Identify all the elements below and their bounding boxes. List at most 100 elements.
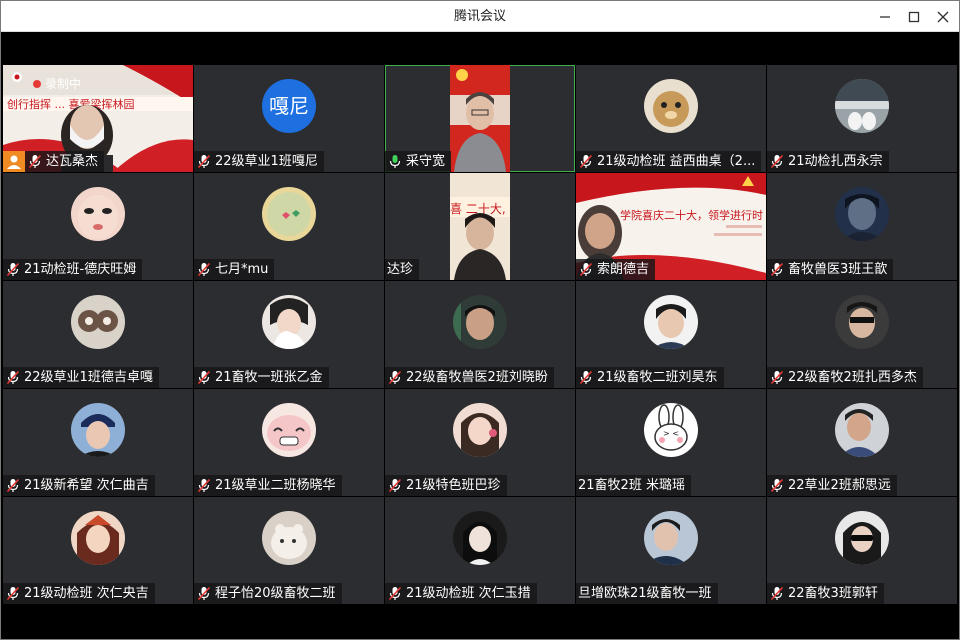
mic-muted-icon[interactable] <box>770 586 784 601</box>
participant-tile[interactable]: 21级特色班巴珍 <box>385 389 575 496</box>
participant-nameplate: 22级草业1班德吉卓嘎 <box>3 367 159 388</box>
avatar <box>453 511 507 565</box>
maximize-button[interactable] <box>903 6 925 28</box>
participant-tile[interactable]: 21级新希望 次仁曲吉 <box>3 389 193 496</box>
mic-muted-icon[interactable] <box>197 154 211 169</box>
mic-muted-icon[interactable] <box>770 370 784 385</box>
participant-nameplate: 22级草业1班嘎尼 <box>194 151 324 172</box>
mic-muted-icon[interactable] <box>6 262 20 277</box>
mic-active-icon[interactable] <box>388 154 402 169</box>
participant-nameplate: 22畜牧3班郭轩 <box>767 583 884 604</box>
participant-tile[interactable]: 畜牧兽医3班王歆 <box>767 173 957 280</box>
avatar <box>835 79 889 133</box>
participant-nameplate: 21级动检班 次仁央吉 <box>3 583 155 604</box>
participant-tile[interactable]: 22级草业1班德吉卓嘎 <box>3 281 193 388</box>
participant-tile[interactable]: 22级畜牧2班扎西多杰 <box>767 281 957 388</box>
mic-muted-icon[interactable] <box>388 370 402 385</box>
mic-muted-icon[interactable] <box>579 154 593 169</box>
participant-name: 22草业2班郝思远 <box>788 478 891 493</box>
participant-name: 21级动检班 次仁央吉 <box>24 586 149 601</box>
participant-name: 七月*mu <box>215 262 269 277</box>
participant-tile[interactable]: 程子怡20级畜牧二班 <box>194 497 384 604</box>
avatar: > < <box>644 403 698 457</box>
participant-tile[interactable]: 21级草业二班杨晓华 <box>194 389 384 496</box>
participant-tile[interactable]: 学院喜庆二十大，领学进行时 索朗德吉 <box>576 173 766 280</box>
participant-video <box>450 65 510 172</box>
participant-tile[interactable]: 旦增欧珠21级畜牧一班 <box>576 497 766 604</box>
participant-tile[interactable]: 21级动检班 益西曲桌（2... <box>576 65 766 172</box>
participant-nameplate: 21级草业二班杨晓华 <box>194 475 342 496</box>
avatar <box>453 403 507 457</box>
avatar <box>644 79 698 133</box>
avatar <box>262 511 316 565</box>
participant-nameplate: 21畜牧一班张乙金 <box>194 367 329 388</box>
participant-name: 21级动检班 次仁玉措 <box>406 586 531 601</box>
participant-tile[interactable]: 嘎尼 22级草业1班嘎尼 <box>194 65 384 172</box>
participant-tile[interactable]: 22草业2班郝思远 <box>767 389 957 496</box>
mic-muted-icon[interactable] <box>6 586 20 601</box>
mic-muted-icon[interactable] <box>770 478 784 493</box>
window-title: 腾讯会议 <box>453 9 506 24</box>
participant-tile[interactable]: > < 21畜牧2班 米璐瑶 <box>576 389 766 496</box>
maximize-icon <box>908 11 920 23</box>
participant-nameplate: 21动检扎西永宗 <box>767 151 889 172</box>
mic-muted-icon[interactable] <box>28 154 42 169</box>
title-bar[interactable]: 腾讯会议 <box>1 1 959 32</box>
participant-tile[interactable]: 21畜牧一班张乙金 <box>194 281 384 388</box>
participant-tile[interactable]: 21级畜牧二班刘昊东 <box>576 281 766 388</box>
participant-nameplate: 索朗德吉 <box>576 259 656 280</box>
participant-name: 21级新希望 次仁曲吉 <box>24 478 149 493</box>
participant-tile[interactable]: 七月*mu <box>194 173 384 280</box>
mic-muted-icon[interactable] <box>6 370 20 385</box>
participant-nameplate: 旦增欧珠21级畜牧一班 <box>576 583 718 604</box>
banner-text: 创行指挥 ... 喜爱梁挥林园 <box>7 97 134 111</box>
avatar <box>71 187 125 241</box>
participant-tile[interactable]: 喜 二十大, 达珍 <box>385 173 575 280</box>
participant-nameplate: 22级畜牧2班扎西多杰 <box>767 367 923 388</box>
mic-muted-icon[interactable] <box>197 586 211 601</box>
avatar <box>644 511 698 565</box>
mic-muted-icon[interactable] <box>388 586 402 601</box>
participant-name: 21动检班-德庆旺姆 <box>24 262 137 277</box>
mic-muted-icon[interactable] <box>770 154 784 169</box>
minimize-icon <box>880 16 890 18</box>
video-frame <box>450 65 510 172</box>
participant-tile[interactable]: 创行指挥 ... 喜爱梁挥林园 录制中 达瓦桑杰 <box>3 65 193 172</box>
participant-nameplate: 22级畜牧兽医2班刘晓盼 <box>385 367 554 388</box>
participant-name: 旦增欧珠21级畜牧一班 <box>578 586 712 601</box>
minimize-button[interactable] <box>874 6 896 28</box>
participant-nameplate: 21级畜牧二班刘昊东 <box>576 367 724 388</box>
avatar <box>262 187 316 241</box>
avatar <box>71 295 125 349</box>
participant-nameplate: 程子怡20级畜牧二班 <box>194 583 342 604</box>
participant-tile[interactable]: 21动检扎西永宗 <box>767 65 957 172</box>
mic-muted-icon[interactable] <box>6 478 20 493</box>
mic-muted-icon[interactable] <box>579 262 593 277</box>
mic-muted-icon[interactable] <box>197 478 211 493</box>
participant-tile[interactable]: 21动检班-德庆旺姆 <box>3 173 193 280</box>
mic-muted-icon[interactable] <box>579 370 593 385</box>
avatar: 嘎尼 <box>262 79 316 133</box>
participant-name: 达珍 <box>387 262 414 277</box>
participant-nameplate: 21动检班-德庆旺姆 <box>3 259 143 280</box>
participant-nameplate: 达珍 <box>385 259 420 280</box>
participant-tile[interactable]: 22畜牧3班郭轩 <box>767 497 957 604</box>
mic-muted-icon[interactable] <box>770 262 784 277</box>
close-button[interactable] <box>932 6 954 28</box>
participant-tile[interactable]: 21级动检班 次仁央吉 <box>3 497 193 604</box>
mic-muted-icon[interactable] <box>388 478 402 493</box>
participant-tile[interactable]: 22级畜牧兽医2班刘晓盼 <box>385 281 575 388</box>
mic-muted-icon[interactable] <box>197 262 211 277</box>
svg-text:> <: > < <box>663 429 679 438</box>
participant-name: 索朗德吉 <box>597 262 650 277</box>
participant-tile-speaking[interactable]: 采守宽 <box>385 65 575 172</box>
participant-name: 22级草业1班德吉卓嘎 <box>24 370 153 385</box>
participant-name: 22级草业1班嘎尼 <box>215 154 318 169</box>
avatar <box>835 511 889 565</box>
top-toolbar-area <box>3 33 957 65</box>
mic-muted-icon[interactable] <box>197 370 211 385</box>
recording-dot-icon <box>33 80 41 88</box>
meeting-window: 腾讯会议 创行指挥 ... 喜爱梁挥林园 录制中 达瓦桑杰 嘎尼 22级草业1班… <box>0 0 960 640</box>
participant-name: 21级草业二班杨晓华 <box>215 478 336 493</box>
participant-tile[interactable]: 21级动检班 次仁玉措 <box>385 497 575 604</box>
